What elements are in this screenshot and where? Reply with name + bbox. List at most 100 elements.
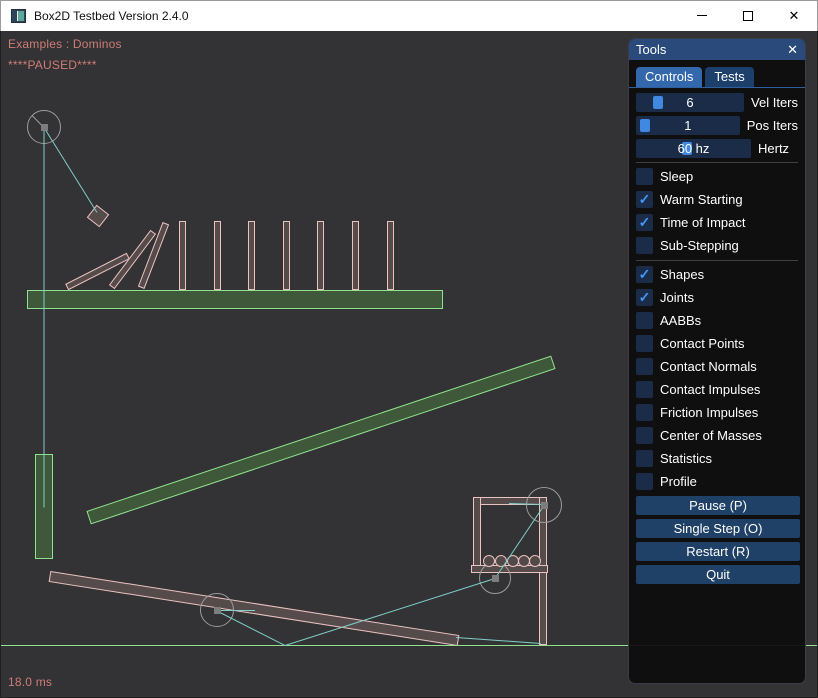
pause-p-button[interactable]: Pause (P) <box>636 496 800 515</box>
checkbox-row-profile[interactable]: Profile <box>636 473 798 490</box>
checkbox-aabbs[interactable] <box>636 312 653 329</box>
checkbox-label: Sub-Stepping <box>660 238 739 253</box>
seesaw-joint-line <box>218 610 255 611</box>
example-caption: Examples : Dominos <box>8 37 122 51</box>
checkbox-row-sleep[interactable]: Sleep <box>636 168 798 185</box>
tools-panel-titlebar[interactable]: Tools ✕ <box>629 39 805 60</box>
checkbox-shapes[interactable]: ✓ <box>636 266 653 283</box>
slider-value: 60 hz <box>636 139 751 158</box>
checkbox-row-friction-impulses[interactable]: Friction Impulses <box>636 404 798 421</box>
tools-panel-title: Tools <box>636 42 666 57</box>
maximize-button[interactable] <box>725 1 771 31</box>
checkbox-row-contact-points[interactable]: Contact Points <box>636 335 798 352</box>
app-icon-glyph <box>17 11 24 21</box>
standing-domino-1 <box>179 221 186 290</box>
standing-domino-5 <box>317 221 324 290</box>
checkbox-row-warm-starting[interactable]: ✓ Warm Starting <box>636 191 798 208</box>
slider-list: 6 Vel Iters 1 Pos Iters 60 hz Hertz <box>636 93 798 158</box>
separator <box>636 260 798 261</box>
window-title: Box2D Testbed Version 2.4.0 <box>34 9 189 23</box>
checkbox-statistics[interactable] <box>636 450 653 467</box>
standing-domino-7 <box>387 221 394 290</box>
checkbox-row-contact-impulses[interactable]: Contact Impulses <box>636 381 798 398</box>
checkbox-label: Center of Masses <box>660 428 762 443</box>
separator <box>636 162 798 163</box>
cradle-ball-1 <box>483 555 495 567</box>
checkbox-row-aabbs[interactable]: AABBs <box>636 312 798 329</box>
checkbox-row-center-of-masses[interactable]: Center of Masses <box>636 427 798 444</box>
tools-panel: Tools ✕ ControlsTests 6 Vel Iters 1 Pos Ite… <box>628 38 806 684</box>
slider-value: 1 <box>636 116 740 135</box>
checkbox-joints[interactable]: ✓ <box>636 289 653 306</box>
slider-value: 6 <box>636 93 744 112</box>
checkbox-center-of-masses[interactable] <box>636 427 653 444</box>
standing-domino-2 <box>214 221 221 290</box>
minimize-icon <box>697 15 707 16</box>
checkbox-label: Profile <box>660 474 697 489</box>
window-titlebar: Box2D Testbed Version 2.4.0 ✕ <box>0 0 818 31</box>
slider-label: Pos Iters <box>747 118 798 133</box>
checkbox-label: Friction Impulses <box>660 405 758 420</box>
pendulum-box <box>87 205 109 227</box>
checkbox-label: Joints <box>660 290 694 305</box>
checkbox-label: Statistics <box>660 451 712 466</box>
checkbox-label: Sleep <box>660 169 693 184</box>
seesaw-anchor <box>214 607 221 614</box>
pendulum-rope-diagonal <box>44 127 98 213</box>
checkbox-row-statistics[interactable]: Statistics <box>636 450 798 467</box>
checkbox-sleep[interactable] <box>636 168 653 185</box>
slider-row-pos-iters: 1 Pos Iters <box>636 116 798 135</box>
standing-domino-3 <box>248 221 255 290</box>
button-list: Pause (P) Single Step (O) Restart (R) Quit <box>636 496 798 584</box>
standing-domino-4 <box>283 221 290 290</box>
close-button[interactable]: ✕ <box>771 1 817 31</box>
checkbox-sub-stepping[interactable] <box>636 237 653 254</box>
slider-row-hertz: 60 hz Hertz <box>636 139 798 158</box>
paused-label: ****PAUSED**** <box>8 58 97 72</box>
checkbox-list: Sleep ✓ Warm Starting ✓ Time of Impact Sub-St… <box>636 168 798 490</box>
checkbox-row-shapes[interactable]: ✓ Shapes <box>636 266 798 283</box>
slider-vel-iters[interactable]: 6 <box>636 93 744 112</box>
panel-close-icon[interactable]: ✕ <box>787 42 798 58</box>
pendulum-rope-vertical <box>44 128 45 507</box>
cradle-upper-anchor <box>541 502 548 509</box>
checkbox-row-contact-normals[interactable]: Contact Normals <box>636 358 798 375</box>
checkbox-label: AABBs <box>660 313 701 328</box>
checkbox-label: Contact Normals <box>660 359 757 374</box>
slider-pos-iters[interactable]: 1 <box>636 116 740 135</box>
checkbox-label: Shapes <box>660 267 704 282</box>
checkbox-row-time-of-impact[interactable]: ✓ Time of Impact <box>636 214 798 231</box>
window-controls: ✕ <box>679 1 817 32</box>
checkbox-row-sub-stepping[interactable]: Sub-Stepping <box>636 237 798 254</box>
pendulum-anchor <box>41 124 48 131</box>
slider-label: Hertz <box>758 141 789 156</box>
checkbox-contact-normals[interactable] <box>636 358 653 375</box>
panel-body: 6 Vel Iters 1 Pos Iters 60 hz Hertz Sleep ✓ War… <box>629 88 805 584</box>
restart-r-button[interactable]: Restart (R) <box>636 542 800 561</box>
standing-domino-6 <box>352 221 359 290</box>
checkbox-label: Contact Impulses <box>660 382 760 397</box>
slider-hertz[interactable]: 60 hz <box>636 139 751 158</box>
checkbox-label: Warm Starting <box>660 192 743 207</box>
checkbox-profile[interactable] <box>636 473 653 490</box>
checkbox-row-joints[interactable]: ✓ Joints <box>636 289 798 306</box>
tab-controls[interactable]: Controls <box>636 67 702 87</box>
tab-tests[interactable]: Tests <box>705 67 753 87</box>
slider-row-vel-iters: 6 Vel Iters <box>636 93 798 112</box>
quit-button[interactable]: Quit <box>636 565 800 584</box>
minimize-button[interactable] <box>679 1 725 31</box>
slider-label: Vel Iters <box>751 95 798 110</box>
cradle-lower-anchor <box>492 575 499 582</box>
frame-time-label: 18.0 ms <box>8 675 52 689</box>
joint-line-ground-frame <box>456 637 541 644</box>
checkbox-label: Time of Impact <box>660 215 745 230</box>
checkbox-time-of-impact[interactable]: ✓ <box>636 214 653 231</box>
dominos-platform <box>27 290 443 309</box>
single-step-o-button[interactable]: Single Step (O) <box>636 519 800 538</box>
checkbox-friction-impulses[interactable] <box>636 404 653 421</box>
checkbox-warm-starting[interactable]: ✓ <box>636 191 653 208</box>
checkbox-contact-points[interactable] <box>636 335 653 352</box>
checkbox-contact-impulses[interactable] <box>636 381 653 398</box>
tab-bar: ControlsTests <box>629 67 805 88</box>
frame-left-post <box>473 497 481 570</box>
